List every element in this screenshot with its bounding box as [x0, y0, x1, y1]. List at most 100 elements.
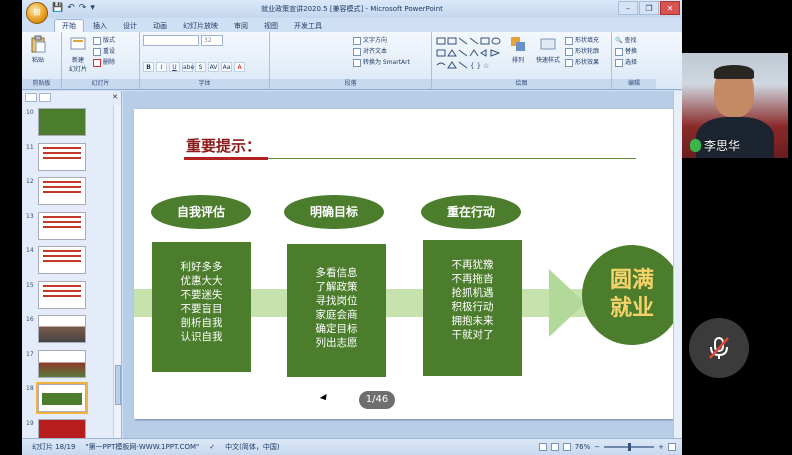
text-direction-button[interactable]: 文字方向	[353, 35, 428, 46]
fit-window-icon[interactable]	[668, 443, 676, 451]
slide-number: 19	[26, 419, 34, 427]
slide-thumbnail-row[interactable]: 12	[22, 174, 114, 209]
slide-title[interactable]: 重要提示：	[186, 135, 261, 156]
slide-thumbnail-row[interactable]: 15	[22, 278, 114, 313]
slide-thumbnail[interactable]	[38, 211, 86, 240]
slide-thumbnail-row[interactable]: 14	[22, 243, 114, 278]
slide-canvas[interactable]: 重要提示： 自我评估 明确目标 重在行动 利好多多 优惠大大 不要迷失 不要盲目…	[134, 109, 682, 419]
mouse-cursor-icon	[319, 393, 330, 403]
mic-muted-icon	[709, 337, 729, 359]
align-text-button[interactable]: 对齐文本	[353, 46, 428, 57]
step-heading-2[interactable]: 明确目标	[284, 195, 384, 229]
participant-video-tile[interactable]: 李思华	[682, 53, 788, 158]
strikethrough-button[interactable]: abe	[182, 62, 194, 72]
slide-thumbnail[interactable]	[38, 315, 86, 343]
pane-close-icon[interactable]: ✕	[112, 93, 118, 101]
tab-review[interactable]: 审阅	[227, 20, 255, 32]
maximize-button[interactable]: ❐	[639, 1, 659, 15]
paste-button[interactable]: 粘贴	[25, 35, 51, 64]
ribbon: 粘贴 剪贴板 新建 幻灯片 版式 重设 删除 幻灯片 32 B I U abe …	[22, 32, 682, 90]
tab-home[interactable]: 开始	[54, 19, 84, 32]
replace-button[interactable]: 替换	[615, 46, 653, 57]
language-indicator[interactable]: 中文(简体，中国)	[225, 442, 279, 452]
zoom-level[interactable]: 76%	[575, 443, 591, 451]
step-box-1[interactable]: 利好多多 优惠大大 不要迷失 不要盲目 剖析自我 认识自我	[152, 242, 251, 372]
slideshow-icon[interactable]	[562, 443, 571, 451]
slide-thumbnail-row[interactable]: 19	[22, 416, 114, 438]
editor-scrollbar[interactable]	[673, 91, 682, 438]
delete-slide-button[interactable]: 删除	[93, 57, 115, 68]
slide-number: 13	[26, 212, 34, 220]
step-box-3[interactable]: 不再犹豫 不再拖沓 抢抓机遇 积极行动 拥抱未来 干就对了	[423, 240, 522, 376]
step-box-2[interactable]: 多看信息 了解政策 寻找岗位 家庭会商 确定目标 列出志愿	[287, 244, 386, 377]
slide-thumbnail-row[interactable]: 17	[22, 347, 114, 382]
select-button[interactable]: 选择	[615, 57, 653, 68]
slide-number: 16	[26, 316, 34, 323]
slide-thumbnail[interactable]	[38, 280, 86, 309]
step-heading-3[interactable]: 重在行动	[421, 195, 521, 229]
slide-thumbnail-row[interactable]: 16	[22, 312, 114, 347]
shape-effects-button[interactable]: 形状效果	[565, 57, 599, 68]
delete-label: 删除	[103, 59, 116, 66]
shape-fill-button[interactable]: 形状填充	[565, 35, 599, 46]
zoom-out-icon[interactable]: −	[594, 443, 600, 451]
participant-name: 李思华	[704, 139, 741, 153]
slide-thumbnail[interactable]	[38, 246, 86, 274]
find-button[interactable]: 🔍 查找	[615, 35, 653, 46]
slide-thumbnail-row[interactable]: 10	[22, 105, 114, 140]
svg-text:{ }: { }	[470, 62, 481, 70]
font-color-button[interactable]: A	[234, 62, 245, 72]
tab-developer[interactable]: 开发工具	[287, 20, 329, 32]
underline-button[interactable]: U	[169, 62, 180, 72]
shape-outline-button[interactable]: 形状轮廓	[565, 46, 599, 57]
layout-button[interactable]: 版式	[93, 35, 115, 46]
normal-view-icon[interactable]	[538, 443, 547, 451]
zoom-slider[interactable]	[604, 443, 655, 451]
paragraph-group: 文字方向 对齐文本 转换为 SmartArt 段落	[270, 32, 432, 89]
slide-thumbnail[interactable]	[38, 108, 86, 136]
font-size-input[interactable]: 32	[201, 35, 223, 46]
shapes-gallery-icon[interactable]: { } ☆	[435, 35, 505, 75]
slide-thumbnail[interactable]	[38, 142, 86, 171]
slide-sorter-icon[interactable]	[550, 443, 559, 451]
outline-tab[interactable]	[39, 92, 51, 102]
result-circle[interactable]: 圆满 就业	[582, 245, 682, 345]
thumbnail-scrollbar[interactable]	[113, 105, 121, 438]
replace-icon	[615, 47, 623, 56]
tab-insert[interactable]: 插入	[86, 20, 114, 32]
close-button[interactable]: ✕	[660, 1, 680, 15]
font-name-input[interactable]	[143, 35, 199, 46]
shadow-button[interactable]: S	[195, 62, 206, 72]
slide-thumbnail[interactable]	[38, 349, 86, 378]
italic-button[interactable]: I	[156, 62, 167, 72]
slide-thumbnail-selected[interactable]	[36, 382, 88, 414]
shape-outline-label: 形状轮廓	[575, 48, 600, 55]
slides-tab[interactable]	[25, 92, 37, 102]
slide-thumbnail-row[interactable]: 13	[22, 209, 114, 244]
change-case-button[interactable]: Aa	[221, 62, 232, 72]
tab-design[interactable]: 设计	[116, 20, 144, 32]
mute-button[interactable]	[689, 318, 749, 378]
step-1-line: 优惠大大	[180, 275, 223, 287]
slide-thumbnail-row[interactable]: 11	[22, 140, 114, 175]
zoom-in-icon[interactable]: +	[658, 443, 664, 451]
tab-view[interactable]: 视图	[257, 20, 285, 32]
tab-animations[interactable]: 动画	[146, 20, 174, 32]
slide-thumbnail-row[interactable]: 18	[22, 381, 114, 416]
minimize-button[interactable]: –	[618, 1, 638, 15]
slide-thumbnail[interactable]	[38, 418, 86, 438]
step-heading-1[interactable]: 自我评估	[151, 195, 251, 229]
office-button[interactable]: ⊞	[26, 2, 48, 24]
step-2-line: 家庭会商	[315, 309, 358, 321]
slide-thumbnail[interactable]	[38, 177, 86, 205]
bold-button[interactable]: B	[143, 62, 154, 72]
step-3-line: 拥抱未来	[451, 315, 494, 327]
tab-slideshow[interactable]: 幻灯片放映	[176, 20, 225, 32]
char-spacing-button[interactable]: AV	[208, 62, 219, 72]
step-3-line: 干就对了	[451, 329, 494, 341]
reset-button[interactable]: 重设	[93, 46, 115, 57]
spellcheck-icon[interactable]: ✓	[209, 443, 215, 451]
smartart-button[interactable]: 转换为 SmartArt	[353, 57, 428, 68]
select-label: 选择	[625, 59, 638, 66]
scrollbar-thumb[interactable]	[115, 365, 121, 405]
